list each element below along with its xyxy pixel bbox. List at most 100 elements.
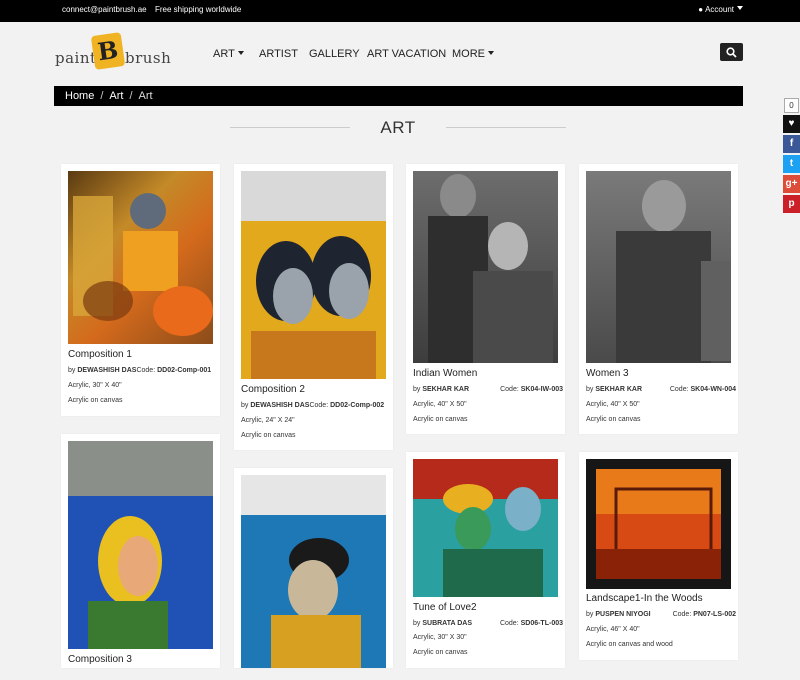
user-icon: ● <box>698 5 704 14</box>
product-card[interactable]: Tune of Love2 by SUBRATA DAS Code: SD06-T… <box>406 452 565 668</box>
logo-badge: B <box>90 32 126 70</box>
product-title[interactable]: Composition 3 <box>68 654 132 665</box>
by-label: by <box>241 402 251 409</box>
by-label: by <box>586 611 596 618</box>
search-icon <box>726 47 737 58</box>
product-size: Acrylic, 24" X 24" <box>241 417 295 424</box>
artist-name[interactable]: DEWASHISH DAS <box>77 367 136 374</box>
product-card[interactable]: Composition 1 by DEWASHISH DASCode: DD02… <box>61 164 220 416</box>
nav-item-art-vacation[interactable]: ART VACATION <box>367 48 446 60</box>
nav-item-more[interactable]: MORE <box>452 48 494 60</box>
shipping-note: Free shipping worldwide <box>155 5 242 14</box>
product-title[interactable]: Composition 1 <box>68 349 132 360</box>
product-meta: by SEKHAR KAR Code: SK04-WN-004 <box>586 386 736 393</box>
breadcrumb-art[interactable]: Art <box>109 90 123 102</box>
breadcrumb-current: Art <box>138 90 153 102</box>
by-label: by <box>68 367 78 374</box>
product-meta: by SUBRATA DAS Code: SD06-TL-003 <box>413 620 563 627</box>
code-label: Code: <box>309 402 331 409</box>
site-logo[interactable]: paint B brush <box>55 32 175 72</box>
product-title[interactable]: Indian Women <box>413 368 477 379</box>
product-code: DD02-Comp-001 <box>157 367 212 374</box>
code-label: Code: <box>136 367 158 374</box>
artwork-image[interactable] <box>586 171 731 363</box>
product-medium: Acrylic on canvas and wood <box>586 641 673 648</box>
code-label: Code: <box>669 386 691 393</box>
chevron-down-icon <box>737 6 743 10</box>
product-code: SD06-TL-003 <box>520 620 563 627</box>
product-meta: by SEKHAR KAR Code: SK04-IW-003 <box>413 386 563 393</box>
heading-divider <box>446 127 566 128</box>
product-medium: Acrylic on canvas <box>68 397 123 404</box>
product-title[interactable]: Tune of Love2 <box>413 602 477 613</box>
logo-text-brush: brush <box>125 49 172 67</box>
by-label: by <box>413 386 423 393</box>
product-meta: by DEWASHISH DASCode: DD02-Comp-002 <box>241 402 391 409</box>
product-medium: Acrylic on canvas <box>413 649 468 656</box>
by-label: by <box>586 386 596 393</box>
artist-name[interactable]: SEKHAR KAR <box>595 386 642 393</box>
logo-text-paint: paint <box>55 49 97 67</box>
breadcrumb-home[interactable]: Home <box>65 90 94 102</box>
product-medium: Acrylic on canvas <box>413 416 468 423</box>
page-heading: ART <box>230 118 566 138</box>
artwork-image[interactable] <box>586 459 731 589</box>
breadcrumb-separator: / <box>100 90 104 102</box>
nav-item-artist[interactable]: ARTIST <box>259 48 298 60</box>
artwork-image[interactable] <box>241 171 386 379</box>
pinterest-icon[interactable]: p <box>783 195 800 213</box>
twitter-icon[interactable]: t <box>783 155 800 173</box>
product-title[interactable]: Landscape1-In the Woods <box>586 593 703 604</box>
artist-name[interactable]: DEWASHISH DAS <box>250 402 309 409</box>
artist-name[interactable]: PUSPEN NIYOGI <box>595 611 650 618</box>
product-title[interactable]: Women 3 <box>586 368 629 379</box>
heading-divider <box>230 127 350 128</box>
product-meta: by DEWASHISH DASCode: DD02-Comp-001 <box>68 367 218 374</box>
product-title[interactable]: Composition 2 <box>241 384 305 395</box>
product-size: Acrylic, 30" X 30" <box>413 634 467 641</box>
facebook-icon[interactable]: f <box>783 135 800 153</box>
product-card[interactable]: Composition 2 by DEWASHISH DASCode: DD02… <box>234 164 393 450</box>
page-title: ART <box>380 118 416 137</box>
product-card[interactable]: Landscape1-In the Woods by PUSPEN NIYOGI… <box>579 452 738 660</box>
google-plus-icon[interactable]: g+ <box>783 175 800 193</box>
top-bar: connect@paintbrush.ae Free shipping worl… <box>0 0 800 22</box>
search-button[interactable] <box>720 43 743 61</box>
breadcrumb-separator: / <box>129 90 133 102</box>
by-label: by <box>413 620 423 627</box>
share-count: 0 <box>784 98 799 113</box>
nav-label-art: ART <box>213 48 235 60</box>
artist-name[interactable]: SUBRATA DAS <box>422 620 472 627</box>
product-size: Acrylic, 40" X 50" <box>586 401 640 408</box>
code-label: Code: <box>672 611 694 618</box>
product-card[interactable] <box>234 468 393 668</box>
contact-email-link[interactable]: connect@paintbrush.ae <box>62 5 147 14</box>
chevron-down-icon <box>488 51 494 55</box>
heart-icon[interactable]: ♥ <box>783 115 800 133</box>
nav-item-gallery[interactable]: GALLERY <box>309 48 360 60</box>
artwork-image[interactable] <box>241 475 386 668</box>
artwork-image[interactable] <box>68 171 213 344</box>
artist-name[interactable]: SEKHAR KAR <box>422 386 469 393</box>
artwork-image[interactable] <box>413 459 558 597</box>
product-size: Acrylic, 30" X 40" <box>68 382 122 389</box>
code-label: Code: <box>500 386 521 393</box>
account-menu[interactable]: ● Account <box>698 5 743 14</box>
product-medium: Acrylic on canvas <box>241 432 296 439</box>
product-size: Acrylic, 46" X 40" <box>586 626 640 633</box>
artwork-image[interactable] <box>413 171 558 363</box>
product-code: PN07-LS-002 <box>693 611 736 618</box>
product-card[interactable]: Women 3 by SEKHAR KAR Code: SK04-WN-004 A… <box>579 164 738 434</box>
product-card[interactable]: Indian Women by SEKHAR KAR Code: SK04-IW-… <box>406 164 565 434</box>
product-size: Acrylic, 40" X 50" <box>413 401 467 408</box>
account-label: Account <box>705 5 734 14</box>
product-card[interactable]: Composition 3 <box>61 434 220 668</box>
chevron-down-icon <box>237 51 244 55</box>
artwork-image[interactable] <box>68 441 213 649</box>
nav-item-art[interactable]: ART <box>213 48 244 60</box>
social-share-bar: 0 ♥ f t g+ p <box>783 98 800 213</box>
nav-label-more: MORE <box>452 48 485 60</box>
product-code: SK04-WN-004 <box>690 386 736 393</box>
code-label: Code: <box>499 620 521 627</box>
product-meta: by PUSPEN NIYOGI Code: PN07-LS-002 <box>586 611 736 618</box>
